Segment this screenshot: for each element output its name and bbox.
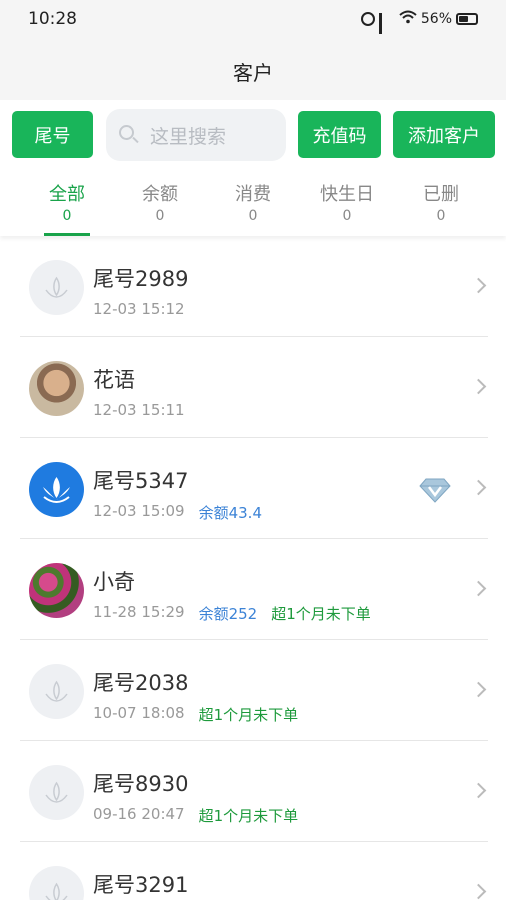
alarm-icon xyxy=(360,12,375,26)
customer-meta: 11-28 15:29 余额252 超1个月未下单 xyxy=(93,603,371,624)
signal-icon xyxy=(378,13,395,34)
avatar xyxy=(29,260,84,315)
customer-name: 尾号3291 xyxy=(93,873,189,897)
tab-consumption[interactable]: 消费 0 xyxy=(213,180,293,224)
chevron-right-icon xyxy=(470,277,487,294)
customer-meta: 12-03 15:09 余额43.4 xyxy=(93,502,262,523)
tab-deleted[interactable]: 已删 0 xyxy=(401,180,481,224)
list-item[interactable]: 花语 12-03 15:11 xyxy=(20,337,488,438)
list-item[interactable]: 小奇 11-28 15:29 余额252 超1个月未下单 xyxy=(20,539,488,640)
avatar xyxy=(29,866,84,900)
customer-name: 尾号2038 xyxy=(93,671,189,695)
battery-percent: 56% xyxy=(420,11,452,27)
chevron-right-icon xyxy=(470,580,487,597)
vip-diamond-icon xyxy=(418,476,452,504)
tab-label: 消费 xyxy=(235,184,271,205)
list-item[interactable]: 尾号2038 10-07 18:08 超1个月未下单 xyxy=(20,640,488,741)
chevron-right-icon xyxy=(470,883,487,900)
avatar xyxy=(29,462,84,517)
list-item[interactable]: 尾号2989 12-03 15:12 xyxy=(20,236,488,337)
page-title: 客户 xyxy=(233,61,273,85)
customer-meta: 09-16 20:47 超1个月未下单 xyxy=(93,805,298,826)
last-visit-date: 12-03 15:11 xyxy=(93,401,185,419)
balance-badge: 余额252 xyxy=(198,605,258,623)
battery-icon xyxy=(456,13,478,25)
customer-meta: 12-03 15:11 xyxy=(93,401,185,419)
avatar xyxy=(29,765,84,820)
avatar xyxy=(29,664,84,719)
customer-meta: 12-03 15:12 xyxy=(93,300,185,318)
tab-count: 0 xyxy=(248,208,258,224)
inactive-warning: 超1个月未下单 xyxy=(271,605,371,623)
tab-all[interactable]: 全部 0 xyxy=(27,180,107,224)
avatar xyxy=(29,361,84,416)
status-bar: 10:28 56% xyxy=(0,0,506,40)
recharge-code-button[interactable]: 充值码 xyxy=(298,111,381,158)
add-customer-button[interactable]: 添加客户 xyxy=(393,111,495,158)
search-placeholder: 这里搜索 xyxy=(150,125,227,148)
inactive-warning: 超1个月未下单 xyxy=(198,706,299,724)
last-visit-date: 09-16 20:47 xyxy=(93,805,185,823)
chevron-right-icon xyxy=(470,378,487,395)
tab-count: 0 xyxy=(436,208,446,224)
status-time: 10:28 xyxy=(28,9,77,29)
customer-name: 尾号2989 xyxy=(93,267,189,291)
search-input[interactable]: 这里搜索 xyxy=(106,109,286,161)
last-visit-date: 10-07 18:08 xyxy=(93,704,185,722)
customer-meta: 10-07 18:08 超1个月未下单 xyxy=(93,704,298,725)
customer-name: 尾号5347 xyxy=(93,469,189,493)
tab-balance[interactable]: 余额 0 xyxy=(120,180,200,224)
inactive-warning: 超1个月未下单 xyxy=(198,807,299,825)
tab-count: 0 xyxy=(62,208,72,224)
balance-badge: 余额43.4 xyxy=(198,504,262,522)
tab-count: 0 xyxy=(342,208,352,224)
tab-label: 快生日 xyxy=(320,184,374,205)
last-visit-date: 12-03 15:12 xyxy=(93,300,185,318)
tail-number-button[interactable]: 尾号 xyxy=(12,111,93,158)
nav-bar: 客户 xyxy=(0,40,506,100)
tab-label: 余额 xyxy=(142,184,178,205)
toolbar: 尾号 这里搜索 充值码 添加客户 xyxy=(0,100,506,170)
tab-count: 0 xyxy=(155,208,165,224)
wifi-icon xyxy=(399,10,417,28)
last-visit-date: 11-28 15:29 xyxy=(93,603,185,621)
last-visit-date: 12-03 15:09 xyxy=(93,502,185,520)
chevron-right-icon xyxy=(470,681,487,698)
list-item[interactable]: 尾号5347 12-03 15:09 余额43.4 xyxy=(20,438,488,539)
tab-birthday-soon[interactable]: 快生日 0 xyxy=(307,180,387,224)
customer-name: 花语 xyxy=(93,368,135,392)
list-item[interactable]: 尾号3291 xyxy=(20,842,488,900)
status-icons: 56% xyxy=(360,10,478,34)
customer-name: 小奇 xyxy=(93,570,135,594)
tab-label: 全部 xyxy=(49,184,85,205)
list-item[interactable]: 尾号8930 09-16 20:47 超1个月未下单 xyxy=(20,741,488,842)
search-icon xyxy=(118,124,140,146)
chevron-right-icon xyxy=(470,782,487,799)
chevron-right-icon xyxy=(470,479,487,496)
avatar xyxy=(29,563,84,618)
tab-label: 已删 xyxy=(423,184,459,205)
customer-name: 尾号8930 xyxy=(93,772,189,796)
filter-tabs: 全部 0 余额 0 消费 0 快生日 0 已删 0 xyxy=(0,170,506,236)
